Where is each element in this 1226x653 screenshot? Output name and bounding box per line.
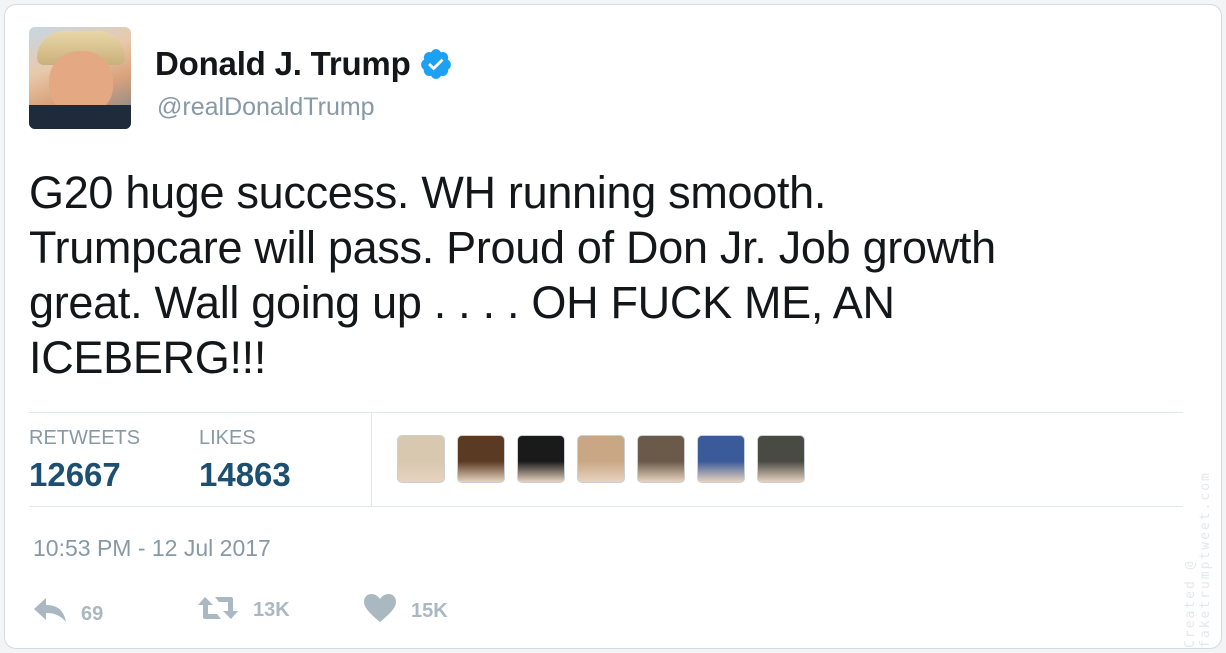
like-count: 15K <box>411 599 448 622</box>
divider-bottom <box>29 506 1183 507</box>
likes-value: 14863 <box>199 456 291 493</box>
retweets-value: 12667 <box>29 456 121 493</box>
retweets-stat[interactable]: RETWEETS 12667 <box>29 427 140 494</box>
profile-avatar[interactable] <box>29 27 131 129</box>
likes-stat[interactable]: LIKES 14863 <box>199 427 291 494</box>
liker-avatar-5[interactable] <box>637 435 685 483</box>
liker-avatars <box>397 435 805 483</box>
liker-avatar-1[interactable] <box>397 435 445 483</box>
reply-icon <box>33 597 67 623</box>
retweet-count: 13K <box>253 599 290 621</box>
liker-avatar-6[interactable] <box>697 435 745 483</box>
reply-count: 69 <box>81 603 104 625</box>
watermark: Created @ faketrumptweet.com <box>1183 471 1213 648</box>
tweet-text: G20 huge success. WH running smooth. Tru… <box>29 167 996 383</box>
tweet-card: Donald J. Trump @realDonaldTrump G20 hug… <box>4 4 1222 649</box>
liker-avatar-3[interactable] <box>517 435 565 483</box>
avatar-suit <box>29 105 131 129</box>
like-button[interactable]: 15K <box>363 593 448 623</box>
liker-avatar-7[interactable] <box>757 435 805 483</box>
user-handle[interactable]: @realDonaldTrump <box>157 93 375 122</box>
avatar-face <box>49 51 113 113</box>
heart-icon <box>363 593 397 623</box>
display-name[interactable]: Donald J. Trump <box>155 45 411 83</box>
liker-avatar-4[interactable] <box>577 435 625 483</box>
likes-label: LIKES <box>199 427 256 449</box>
tweet-stats: RETWEETS 12667 LIKES 14863 <box>29 413 1183 506</box>
name-row: Donald J. Trump <box>155 45 453 83</box>
stats-separator <box>371 413 372 506</box>
liker-avatar-2[interactable] <box>457 435 505 483</box>
verified-badge-icon <box>419 47 453 81</box>
retweet-button[interactable]: 13K <box>197 593 290 622</box>
reply-button[interactable]: 69 <box>33 593 103 626</box>
retweet-icon <box>197 595 239 621</box>
retweets-label: RETWEETS <box>29 427 141 449</box>
tweet-timestamp[interactable]: 10:53 PM - 12 Jul 2017 <box>33 535 271 562</box>
